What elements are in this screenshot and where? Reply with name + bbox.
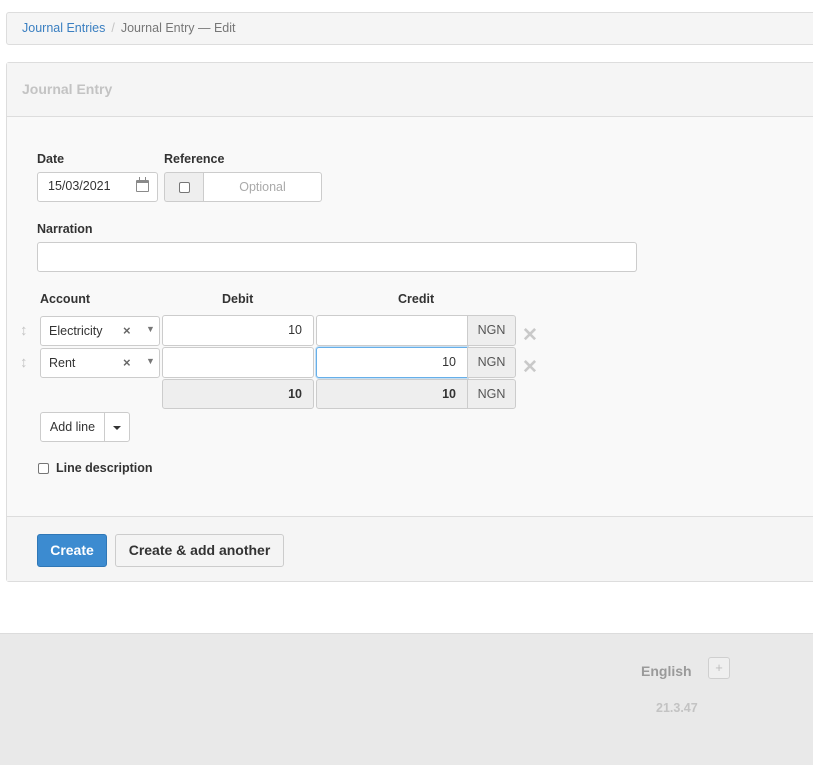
- account-select-value: Rent: [49, 356, 76, 370]
- narration-label: Narration: [37, 222, 93, 236]
- language-selector[interactable]: English: [641, 663, 692, 679]
- breadcrumb: Journal Entries / Journal Entry — Edit: [6, 12, 813, 45]
- create-and-add-another-button[interactable]: Create & add another: [115, 534, 284, 567]
- credit-input[interactable]: [316, 315, 468, 346]
- remove-line-icon[interactable]: ✕: [522, 326, 538, 345]
- drag-handle-icon[interactable]: ↕: [20, 322, 28, 339]
- account-select[interactable]: Electricity × ▼: [40, 316, 160, 346]
- caret-down-icon[interactable]: [113, 426, 121, 430]
- currency-addon: NGN: [467, 315, 516, 346]
- plus-icon[interactable]: +: [708, 657, 730, 679]
- create-button[interactable]: Create: [37, 534, 107, 567]
- breadcrumb-journal-entries-link[interactable]: Journal Entries: [22, 21, 105, 35]
- breadcrumb-separator: /: [111, 21, 115, 35]
- currency-addon: NGN: [467, 379, 516, 409]
- page-footer: [0, 633, 813, 765]
- account-select[interactable]: Rent × ▼: [40, 348, 160, 378]
- credit-total: 10: [316, 379, 468, 409]
- account-select-value: Electricity: [49, 324, 103, 338]
- date-label: Date: [37, 152, 65, 166]
- add-line-button[interactable]: Add line: [40, 412, 105, 442]
- chevron-down-icon[interactable]: ▼: [146, 356, 155, 366]
- clear-icon[interactable]: ×: [123, 323, 131, 338]
- chevron-down-icon[interactable]: ▼: [146, 324, 155, 334]
- panel-title: Journal Entry: [7, 63, 813, 117]
- reference-label: Reference: [164, 152, 225, 166]
- debit-total: 10: [162, 379, 314, 409]
- reference-checkbox[interactable]: [179, 182, 190, 193]
- remove-line-icon[interactable]: ✕: [522, 358, 538, 377]
- reference-addon: [164, 172, 203, 202]
- breadcrumb-current: Journal Entry — Edit: [120, 21, 236, 35]
- debit-input[interactable]: [162, 347, 314, 378]
- line-description-checkbox[interactable]: [38, 463, 49, 474]
- line-description-label[interactable]: Line description: [56, 461, 153, 475]
- account-header: Account: [40, 292, 90, 306]
- calendar-icon[interactable]: [136, 177, 149, 192]
- date-value: 15/03/2021: [48, 179, 111, 193]
- date-input[interactable]: 15/03/2021: [37, 172, 158, 202]
- credit-header: Credit: [398, 292, 435, 306]
- credit-input[interactable]: 10: [316, 347, 468, 378]
- debit-input[interactable]: 10: [162, 315, 314, 346]
- debit-header: Debit: [222, 292, 254, 306]
- currency-addon: NGN: [467, 347, 516, 378]
- version-label: 21.3.47: [656, 701, 698, 715]
- drag-handle-icon[interactable]: ↕: [20, 354, 28, 371]
- narration-input[interactable]: [37, 242, 637, 272]
- reference-input[interactable]: Optional: [203, 172, 322, 202]
- clear-icon[interactable]: ×: [123, 355, 131, 370]
